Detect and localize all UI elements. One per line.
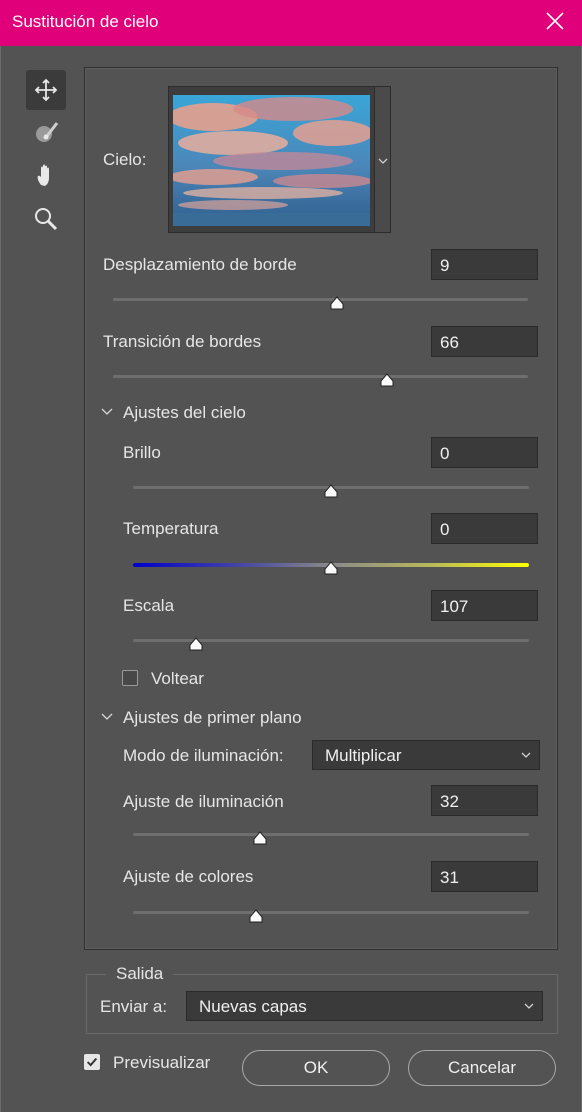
sky-preset-preview[interactable] [168, 86, 375, 233]
chevron-down-icon [378, 158, 388, 164]
send-to-label: Enviar a: [100, 997, 168, 1016]
brightness-input[interactable]: 0 [431, 437, 538, 468]
chevron-down-icon [101, 408, 113, 415]
send-to-value: Nuevas capas [199, 997, 307, 1016]
color-adjust-label: Ajuste de colores [123, 867, 254, 886]
scale-slider-thumb[interactable] [188, 637, 204, 651]
chevron-down-icon [521, 752, 531, 758]
sky-brush-icon [36, 122, 59, 142]
edge-shift-input[interactable]: 9 [431, 249, 538, 280]
close-icon[interactable] [544, 10, 566, 32]
foreground-adjustments-title: Ajustes de primer plano [123, 708, 302, 727]
lighting-adjust-slider[interactable] [133, 833, 529, 836]
lighting-adjust-label: Ajuste de iluminación [123, 792, 284, 811]
scale-input[interactable]: 107 [431, 590, 538, 621]
temperature-label: Temperatura [123, 519, 219, 538]
hand-icon [37, 164, 49, 186]
edge-shift-label: Desplazamiento de borde [103, 255, 297, 274]
edge-shift-slider-thumb[interactable] [329, 296, 345, 310]
window-title: Sustitución de cielo [12, 12, 159, 31]
fade-edge-slider[interactable] [113, 375, 528, 378]
flip-checkbox[interactable] [122, 670, 138, 686]
lighting-adjust-slider-thumb[interactable] [252, 831, 268, 845]
scale-label: Escala [123, 596, 175, 615]
sky-adjustments-title: Ajustes del cielo [123, 403, 246, 422]
temperature-input[interactable]: 0 [431, 513, 538, 544]
color-adjust-slider-thumb[interactable] [248, 909, 264, 923]
window-border-left [0, 46, 1, 1112]
output-legend: Salida [106, 964, 174, 984]
lighting-adjust-input[interactable]: 32 [431, 785, 538, 816]
zoom-tool-button[interactable] [26, 199, 66, 239]
preview-label: Previsualizar [113, 1053, 211, 1072]
sky-label: Cielo: [103, 150, 147, 169]
color-adjust-input[interactable]: 31 [431, 861, 538, 892]
move-icon [34, 78, 58, 102]
sky-thumbnail-image [173, 95, 370, 226]
title-bar: Sustitución de cielo [0, 0, 582, 46]
sky-preset-dropdown[interactable] [375, 86, 391, 233]
ok-button[interactable]: OK [242, 1050, 390, 1086]
lighting-mode-label: Modo de iluminación: [123, 746, 284, 765]
color-adjust-slider[interactable] [133, 911, 529, 914]
chevron-down-icon [524, 1003, 534, 1009]
sky-brush-tool-button[interactable] [26, 112, 66, 152]
checkmark-icon [86, 1057, 98, 1067]
brightness-slider-thumb[interactable] [323, 484, 339, 498]
move-tool-button[interactable] [26, 70, 66, 110]
fade-edge-label: Transición de bordes [103, 332, 262, 351]
brightness-label: Brillo [123, 443, 161, 462]
zoom-icon [35, 208, 58, 231]
hand-tool-button[interactable] [26, 156, 66, 196]
send-to-select[interactable]: Nuevas capas [186, 991, 543, 1021]
lighting-mode-value: Multiplicar [325, 746, 402, 765]
cancel-button[interactable]: Cancelar [408, 1050, 556, 1086]
edge-shift-slider[interactable] [113, 298, 528, 301]
temperature-slider-thumb[interactable] [323, 561, 339, 575]
lighting-mode-select[interactable]: Multiplicar [312, 740, 540, 770]
chevron-down-icon [101, 713, 113, 720]
preview-checkbox[interactable] [84, 1054, 100, 1070]
flip-label: Voltear [151, 669, 204, 688]
fade-edge-slider-thumb[interactable] [379, 373, 395, 387]
fade-edge-input[interactable]: 66 [431, 326, 538, 357]
